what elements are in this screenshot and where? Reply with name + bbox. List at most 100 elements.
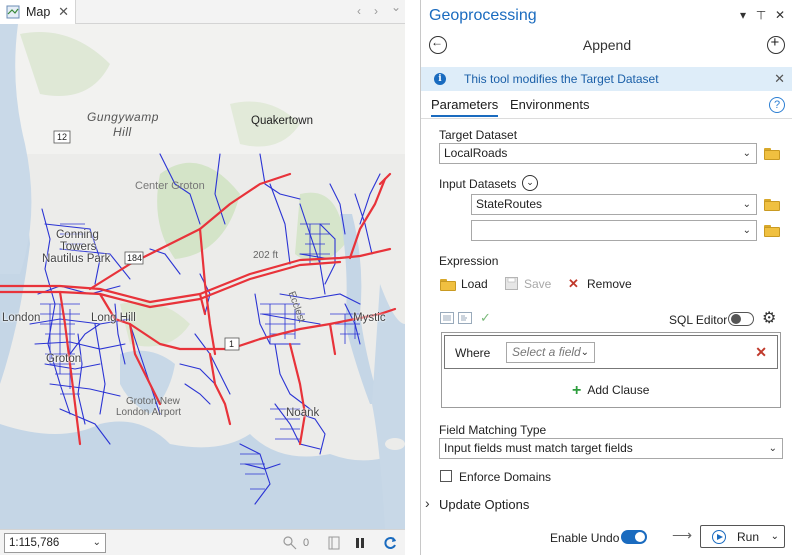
pin-icon[interactable]: ⊥	[754, 8, 768, 22]
input-dataset-select-2[interactable]: ⌄	[471, 220, 757, 241]
refresh-icon[interactable]	[382, 535, 398, 551]
route-shield-1: 1	[229, 339, 235, 349]
update-options-header[interactable]: Update Options	[439, 497, 529, 512]
gp-header: Geoprocessing ▾ ⊥ ✕	[421, 0, 792, 32]
map-label-airport-2: London Airport	[116, 407, 182, 418]
close-icon[interactable]: ✕	[58, 4, 69, 20]
field-matching-select[interactable]: Input fields must match target fields ⌄	[439, 438, 783, 459]
load-button[interactable]: Load	[461, 277, 488, 291]
help-icon[interactable]: ?	[769, 97, 785, 113]
map-label-groton: Groton	[46, 353, 82, 365]
field-matching-value: Input fields must match target fields	[444, 441, 633, 455]
pane-options-icon[interactable]: ▾	[736, 8, 750, 22]
basemap	[0, 24, 405, 529]
gp-tabs: Parameters Environments ?	[421, 93, 792, 119]
folder-icon[interactable]	[764, 148, 780, 160]
info-banner: i This tool modifies the Target Dataset …	[421, 67, 792, 91]
map-statusbar: 1:115,786 ⌄ 0	[0, 529, 405, 555]
save-icon	[505, 277, 518, 290]
map-pane: Map ✕ ‹ › ⌄ Gungywamp Hill Quakertown Ce…	[0, 0, 405, 555]
tool-name: Append	[582, 37, 632, 53]
add-clause-label: Add Clause	[587, 383, 650, 397]
where-label: Where	[455, 346, 491, 360]
where-clause-row: Where Select a field ⌄ ✕	[444, 335, 778, 369]
tab-parameters[interactable]: Parameters	[431, 97, 499, 117]
input-dataset-value: StateRoutes	[476, 197, 543, 211]
scale-value: 1:115,786	[9, 537, 60, 549]
chevron-down-icon: ⌄	[742, 199, 751, 210]
tab-environments[interactable]: Environments	[510, 97, 589, 112]
chevron-down-icon: ⌄	[768, 443, 777, 454]
map-canvas[interactable]: Gungywamp Hill Quakertown Center Groton …	[0, 24, 405, 529]
run-label: Run	[737, 530, 760, 544]
enforce-domains-checkbox[interactable]	[440, 470, 452, 482]
map-tab[interactable]: Map ✕	[0, 0, 76, 24]
field-select[interactable]: Select a field ⌄	[506, 342, 595, 363]
map-label-nautilus-park: Nautilus Park	[42, 253, 111, 265]
run-button[interactable]: Run ⌄	[700, 525, 785, 548]
enforce-domains-label: Enforce Domains	[459, 470, 552, 484]
chevron-down-icon: ⌄	[92, 537, 101, 548]
pause-drawing-icon[interactable]	[352, 535, 368, 551]
chevron-left-icon[interactable]: ‹	[357, 4, 361, 18]
plus-icon: +	[572, 382, 582, 399]
target-dataset-select[interactable]: LocalRoads ⌄	[439, 143, 757, 164]
target-dataset-value: LocalRoads	[444, 146, 508, 160]
sql-mode-icon[interactable]	[458, 312, 472, 324]
sql-editor-label: SQL Editor	[669, 313, 728, 327]
arrow-right-icon: ⟶	[672, 527, 693, 543]
remove-icon: ✕	[568, 276, 579, 291]
sql-clause-box: Where Select a field ⌄ ✕ + Add Clause	[441, 332, 781, 408]
folder-icon[interactable]	[764, 225, 780, 237]
map-label-towers: Towers	[60, 241, 97, 253]
map-label-center-groton: Center Groton	[135, 180, 205, 192]
chevron-down-icon: ⌄	[580, 347, 589, 358]
map-label-mystic: Mystic	[353, 312, 386, 324]
field-placeholder: Select a field	[512, 345, 581, 359]
chevron-down-icon: ⌄	[742, 148, 751, 159]
map-tabbar: Map ✕ ‹ › ⌄	[0, 0, 405, 24]
play-icon	[712, 530, 726, 544]
chevron-right-icon[interactable]: ›	[374, 4, 378, 18]
add-clause-button[interactable]: + Add Clause	[572, 381, 649, 399]
input-datasets-label: Input Datasets	[439, 177, 517, 191]
map-label-airport: Groton-New	[126, 396, 180, 407]
load-folder-icon	[440, 279, 456, 291]
map-icon	[6, 5, 20, 19]
chevron-down-icon[interactable]: ⌄	[391, 0, 401, 14]
clause-mode-icon[interactable]	[440, 312, 454, 324]
selected-count: 0	[302, 537, 310, 549]
sql-editor-toggle[interactable]	[728, 312, 754, 326]
remove-button[interactable]: Remove	[587, 277, 632, 291]
map-label-elevation: 202 ft	[253, 250, 279, 261]
map-label-london: London	[2, 312, 41, 324]
navigate-icon[interactable]	[326, 535, 342, 551]
verify-icon[interactable]: ✓	[480, 310, 491, 326]
save-button[interactable]: Save	[524, 277, 551, 291]
map-label-noank: Noank	[286, 407, 320, 419]
route-shield-12: 12	[57, 132, 68, 142]
gp-toolbar: ← Append +	[421, 32, 792, 60]
chevron-down-icon: ⌄	[742, 225, 751, 236]
remove-clause-icon[interactable]: ✕	[755, 344, 767, 361]
close-icon[interactable]: ✕	[773, 8, 787, 22]
map-tab-label: Map	[26, 5, 51, 19]
info-icon: i	[434, 73, 446, 85]
close-icon[interactable]: ✕	[774, 71, 785, 87]
scale-select[interactable]: 1:115,786 ⌄	[4, 533, 106, 553]
chevron-down-icon[interactable]: ⌄	[771, 531, 779, 542]
gear-icon[interactable]: ⚙	[762, 308, 776, 328]
input-dataset-select-1[interactable]: StateRoutes ⌄	[471, 194, 757, 215]
folder-icon[interactable]	[764, 199, 780, 211]
expression-label: Expression	[439, 254, 499, 268]
add-button[interactable]: +	[767, 34, 785, 54]
enable-undo-toggle[interactable]	[621, 530, 647, 544]
selection-tool-icon[interactable]	[282, 535, 298, 551]
chevron-right-icon[interactable]: ›	[425, 495, 430, 511]
map-label-quakertown: Quakertown	[251, 115, 314, 127]
collapse-icon[interactable]: ⌄	[522, 175, 538, 191]
field-matching-label: Field Matching Type	[439, 423, 547, 437]
target-dataset-label: Target Dataset	[439, 128, 518, 142]
map-label-long-hill: Long Hill	[91, 312, 136, 324]
map-label-gungywamp: Gungywamp	[87, 110, 159, 124]
